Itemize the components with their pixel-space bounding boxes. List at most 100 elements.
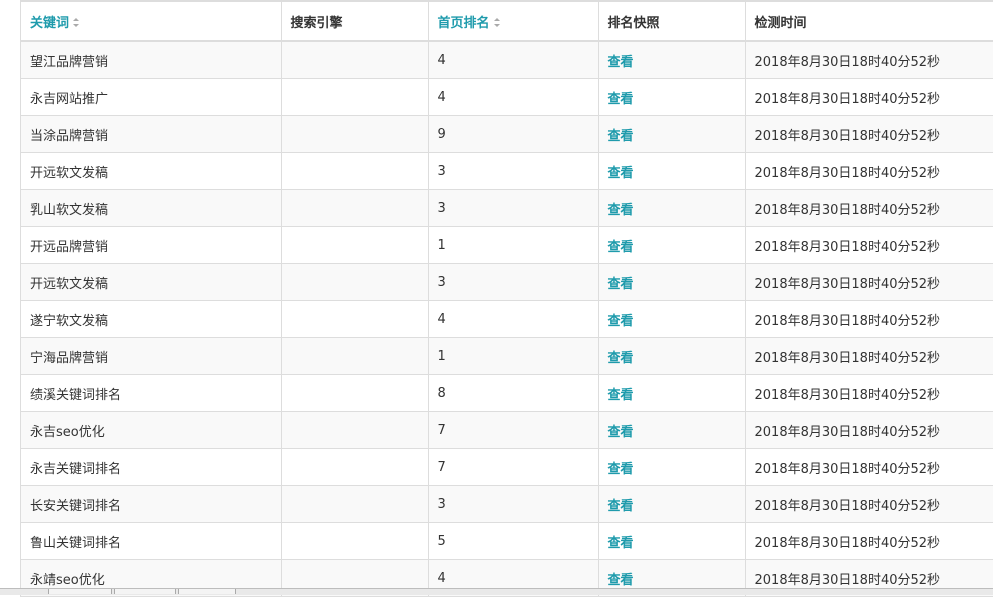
cell-engine [281,522,429,560]
cell-keyword: 开远软文发稿 [21,152,282,190]
cell-snapshot: 查看 [598,522,746,560]
sort-icon [493,17,500,27]
table-row: 遂宁软文发稿 4 查看 2018年8月30日18时40分52秒 [21,300,993,338]
table-row: 永吉seo优化 7 查看 2018年8月30日18时40分52秒 [21,411,993,449]
cell-keyword-text: 永靖seo优化 [30,572,105,588]
cell-engine [281,152,429,190]
view-snapshot-link[interactable]: 查看 [608,351,634,366]
cell-keyword-text: 鲁山关键词排名 [30,535,122,551]
view-snapshot-link[interactable]: 查看 [608,240,634,255]
cell-snapshot: 查看 [598,374,746,412]
cell-time-text: 2018年8月30日18时40分52秒 [754,54,941,70]
cell-keyword: 宁海品牌营销 [21,337,282,375]
cell-time: 2018年8月30日18时40分52秒 [745,448,993,486]
cell-snapshot: 查看 [598,300,746,338]
cell-keyword: 遂宁软文发稿 [21,300,282,338]
cell-rank: 8 [428,374,599,412]
cell-snapshot: 查看 [598,226,746,264]
column-header-keyword-label: 关键词 [30,15,70,31]
cell-rank-text: 1 [437,237,446,253]
cell-engine [281,411,429,449]
cell-rank-text: 3 [437,163,446,179]
cell-time: 2018年8月30日18时40分52秒 [745,300,993,338]
view-snapshot-link[interactable]: 查看 [608,388,634,403]
table-row: 望江品牌营销 4 查看 2018年8月30日18时40分52秒 [21,41,993,79]
cell-keyword-text: 长安关键词排名 [30,498,122,514]
column-header-snapshot-label: 排名快照 [607,15,660,31]
cell-time: 2018年8月30日18时40分52秒 [745,337,993,375]
cell-time-text: 2018年8月30日18时40分52秒 [754,128,941,144]
cell-engine [281,485,429,523]
cell-rank: 5 [428,522,599,560]
view-snapshot-link[interactable]: 查看 [608,166,634,181]
cell-keyword: 永吉网站推广 [21,78,282,116]
view-snapshot-link[interactable]: 查看 [608,55,634,70]
cell-snapshot: 查看 [598,485,746,523]
view-snapshot-link[interactable]: 查看 [608,92,634,107]
table-row: 开远品牌营销 1 查看 2018年8月30日18时40分52秒 [21,226,993,264]
cell-engine [281,189,429,227]
cell-time-text: 2018年8月30日18时40分52秒 [754,239,941,255]
table-body: 望江品牌营销 4 查看 2018年8月30日18时40分52秒 永吉网站推广 4 查看 201… [21,41,993,597]
cell-rank-text: 4 [437,311,446,327]
view-snapshot-link[interactable]: 查看 [608,277,634,292]
cell-rank: 3 [428,152,599,190]
cell-time-text: 2018年8月30日18时40分52秒 [754,350,941,366]
view-snapshot-link[interactable]: 查看 [608,536,634,551]
cell-keyword: 鲁山关键词排名 [21,522,282,560]
cell-rank: 4 [428,300,599,338]
table-row: 永吉网站推广 4 查看 2018年8月30日18时40分52秒 [21,78,993,116]
cell-time: 2018年8月30日18时40分52秒 [745,226,993,264]
cell-rank-text: 5 [437,533,446,549]
cell-engine [281,300,429,338]
table-row: 长安关键词排名 3 查看 2018年8月30日18时40分52秒 [21,485,993,523]
taskbar-tab[interactable] [48,589,112,594]
cell-rank: 3 [428,189,599,227]
cell-rank-text: 7 [437,459,446,475]
view-snapshot-link[interactable]: 查看 [608,573,634,588]
cell-rank: 4 [428,78,599,116]
cell-time-text: 2018年8月30日18时40分52秒 [754,498,941,514]
cell-rank-text: 9 [437,126,446,142]
table-row: 绩溪关键词排名 8 查看 2018年8月30日18时40分52秒 [21,374,993,412]
table-row: 开远软文发稿 3 查看 2018年8月30日18时40分52秒 [21,152,993,190]
cell-rank-text: 3 [437,274,446,290]
cell-time-text: 2018年8月30日18时40分52秒 [754,202,941,218]
view-snapshot-link[interactable]: 查看 [608,425,634,440]
cell-engine [281,337,429,375]
cell-time-text: 2018年8月30日18时40分52秒 [754,91,941,107]
cell-keyword: 绩溪关键词排名 [21,374,282,412]
cell-keyword: 当涂品牌营销 [21,115,282,153]
table-row: 乳山软文发稿 3 查看 2018年8月30日18时40分52秒 [21,189,993,227]
cell-rank: 9 [428,115,599,153]
view-snapshot-link[interactable]: 查看 [608,129,634,144]
cell-time: 2018年8月30日18时40分52秒 [745,411,993,449]
cell-rank-text: 1 [437,348,446,364]
cell-time: 2018年8月30日18时40分52秒 [745,78,993,116]
view-snapshot-link[interactable]: 查看 [608,462,634,477]
taskbar-tab[interactable] [178,589,236,594]
cell-time-text: 2018年8月30日18时40分52秒 [754,387,941,403]
column-header-keyword[interactable]: 关键词 [21,0,282,42]
cell-keyword-text: 开远软文发稿 [30,165,109,181]
cell-snapshot: 查看 [598,41,746,79]
cell-keyword-text: 开远品牌营销 [30,239,109,255]
sort-icon [73,17,80,27]
cell-keyword: 开远软文发稿 [21,263,282,301]
cell-rank: 4 [428,41,599,79]
column-header-time: 检测时间 [745,0,993,42]
cell-snapshot: 查看 [598,115,746,153]
cell-rank-text: 7 [437,422,446,438]
cell-time-text: 2018年8月30日18时40分52秒 [754,572,941,588]
table-row: 永吉关键词排名 7 查看 2018年8月30日18时40分52秒 [21,448,993,486]
column-header-engine: 搜索引擎 [281,0,429,42]
view-snapshot-link[interactable]: 查看 [608,203,634,218]
table-row: 鲁山关键词排名 5 查看 2018年8月30日18时40分52秒 [21,522,993,560]
cell-rank: 3 [428,263,599,301]
cell-time-text: 2018年8月30日18时40分52秒 [754,424,941,440]
view-snapshot-link[interactable]: 查看 [608,499,634,514]
cell-keyword: 乳山软文发稿 [21,189,282,227]
column-header-rank[interactable]: 首页排名 [428,0,599,42]
taskbar-tab[interactable] [114,589,176,594]
view-snapshot-link[interactable]: 查看 [608,314,634,329]
